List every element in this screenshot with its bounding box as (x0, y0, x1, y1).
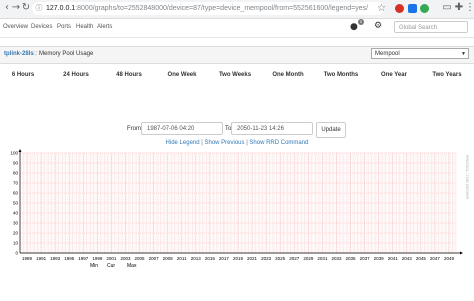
x-tick-label: 2035 (346, 256, 357, 261)
x-tick-label: 2009 (163, 256, 174, 261)
y-tick-label: 20 (13, 231, 19, 236)
device-link[interactable]: tplink-28ls (4, 50, 34, 58)
browser-menu-icon[interactable]: ⋮ (464, 2, 474, 14)
from-date-input[interactable]: 1987-07-06 04:20 (141, 122, 223, 135)
x-tick-label: 1991 (36, 256, 47, 261)
x-tick-label: 2029 (303, 256, 314, 261)
x-axis-arrow (460, 251, 463, 255)
hide-legend-link[interactable]: Hide Legend (166, 140, 200, 146)
y-tick-label: 90 (13, 161, 19, 166)
legend-column-header: Min (90, 263, 98, 269)
x-tick-label: 2047 (430, 256, 441, 261)
x-tick-label: 1997 (78, 256, 89, 261)
x-tick-label: 2003 (120, 256, 131, 261)
y-tick-label: 70 (13, 181, 19, 186)
show-previous-link[interactable]: Show Previous (204, 140, 244, 146)
period-24-hours[interactable]: 24 Hours (53, 71, 99, 79)
period-two-years[interactable]: Two Years (424, 71, 470, 79)
x-tick-label: 2039 (374, 256, 385, 261)
x-tick-label: 2037 (360, 256, 371, 261)
x-tick-label: 1993 (50, 256, 61, 261)
extension-blue-icon[interactable] (408, 4, 417, 13)
graph-legend: Min Cur Max (90, 263, 137, 269)
extension-red-icon[interactable] (395, 4, 404, 13)
mempool-graph: 0102030405060708090100 1989 1991 1993 1995 1… (10, 149, 469, 269)
mempool-select-value: Mempool (375, 51, 400, 57)
period-two-weeks[interactable]: Two Weeks (212, 71, 258, 79)
mempool-select[interactable]: Mempool ▼ (371, 48, 469, 59)
x-tick-label: 1989 (22, 256, 33, 261)
cast-icon[interactable]: ▭ (441, 2, 453, 14)
x-tick-label: 2023 (261, 256, 272, 261)
x-axis: 1989 1991 1993 1995 1997 1999 2001 2003 2005 2007… (20, 251, 463, 261)
period-6-hours[interactable]: 6 Hours (0, 71, 46, 79)
url-host: 127.0.0.1 (46, 5, 76, 12)
x-tick-label: 2001 (106, 256, 117, 261)
chevron-down-icon: ▼ (461, 51, 466, 57)
legend-column-header: Cur (107, 263, 115, 269)
y-tick-label: 30 (13, 221, 19, 226)
graph-title: Memory Pool Usage (39, 51, 94, 57)
y-tick-label: 100 (10, 151, 18, 156)
x-tick-label: 2019 (233, 256, 244, 261)
address-bar[interactable]: ⓘ 127.0.0.1:8000/graphs/to=2552848000/dev… (32, 2, 384, 15)
x-tick-label: 2031 (317, 256, 328, 261)
x-tick-label: 2015 (205, 256, 216, 261)
y-axis: 0 10 20 30 40 50 60 70 80 90 100 (10, 149, 22, 256)
y-tick-label: 40 (13, 211, 19, 216)
nav-health[interactable]: Health (76, 23, 93, 31)
update-button[interactable]: Update (316, 122, 346, 138)
x-tick-label: 2011 (177, 256, 187, 261)
x-tick-label: 2013 (191, 256, 202, 261)
info-icon: ⓘ (35, 4, 43, 12)
x-tick-label: 2007 (149, 256, 160, 261)
graph-options-links: Hide Legend | Show Previous | Show RRD C… (165, 140, 309, 146)
rrd-watermark: RRDTOOL / TOBI OETIKER (465, 155, 469, 200)
nav-overview[interactable]: Overview (3, 23, 28, 31)
x-tick-label: 2027 (289, 256, 300, 261)
y-tick-label: 50 (13, 201, 19, 206)
url-path: :8000/graphs/to=2552848000/device=87/typ… (75, 5, 369, 12)
user-icon[interactable]: ● (350, 22, 358, 32)
period-48-hours[interactable]: 48 Hours (106, 71, 152, 79)
y-tick-label: 0 (15, 251, 18, 256)
from-label: From (127, 126, 141, 132)
nav-alerts[interactable]: Alerts (97, 23, 112, 31)
show-rrd-command-link[interactable]: Show RRD Command (249, 140, 308, 146)
x-tick-label: 2041 (388, 256, 399, 261)
legend-column-header: Max (127, 263, 137, 269)
period-two-months[interactable]: Two Months (318, 71, 364, 79)
y-tick-label: 10 (13, 241, 19, 246)
period-one-month[interactable]: One Month (265, 71, 311, 79)
y-tick-label: 80 (13, 171, 19, 176)
global-search-input[interactable]: Global Search (394, 21, 468, 33)
x-tick-label: 2005 (135, 256, 146, 261)
x-tick-label: 2021 (247, 256, 258, 261)
y-axis-arrow (18, 149, 22, 152)
x-tick-label: 2025 (275, 256, 286, 261)
period-one-week[interactable]: One Week (159, 71, 205, 79)
nav-devices[interactable]: Devices (31, 23, 52, 31)
y-tick-label: 60 (13, 191, 19, 196)
alert-count-badge: 0 (358, 19, 364, 25)
x-tick-label: 1999 (92, 256, 103, 261)
bookmark-star-icon[interactable]: ☆ (377, 3, 386, 15)
x-tick-label: 2033 (331, 256, 342, 261)
to-date-input[interactable]: 2050-11-23 14:26 (231, 122, 313, 135)
extension-green-icon[interactable] (420, 4, 429, 13)
period-one-year[interactable]: One Year (371, 71, 417, 79)
x-tick-label: 1995 (64, 256, 75, 261)
x-tick-label: 2049 (444, 256, 455, 261)
breadcrumb-separator: :: (34, 51, 38, 57)
reload-icon[interactable]: ↻ (20, 2, 32, 14)
nav-ports[interactable]: Ports (57, 23, 71, 31)
x-tick-label: 2017 (219, 256, 230, 261)
x-tick-label: 2043 (402, 256, 413, 261)
gear-icon[interactable]: ⚙ (374, 21, 382, 31)
x-tick-label: 2045 (416, 256, 427, 261)
